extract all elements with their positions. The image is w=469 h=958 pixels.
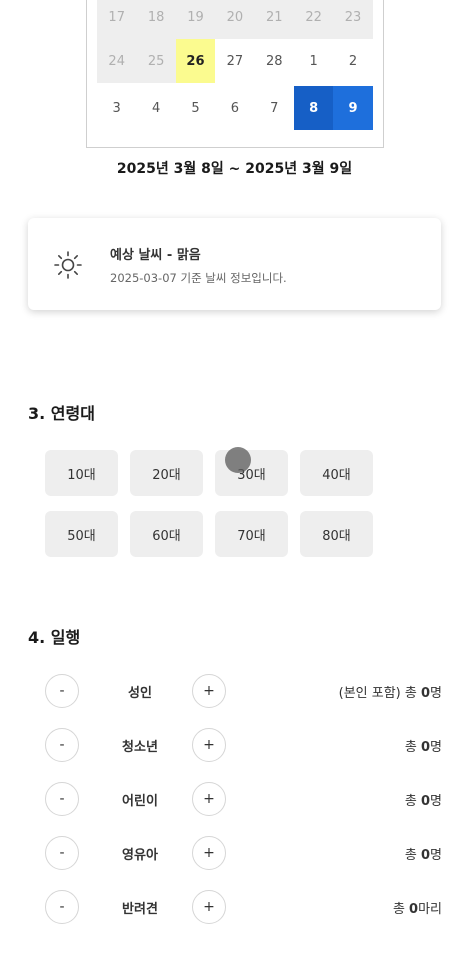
count-unit: 명 xyxy=(430,686,442,701)
calendar-day[interactable]: 2 xyxy=(333,39,372,83)
party-type-label: 영유아 xyxy=(122,848,158,863)
age-option-button[interactable]: 40대 xyxy=(300,450,373,496)
party-count-text: 총 0명 xyxy=(405,790,442,809)
calendar: 17 18 19 20 21 22 23 24 25 26 27 28 1 2 3 4 5 6 7 8 9 xyxy=(86,0,384,148)
age-section-title: 3. 연령대 xyxy=(28,404,95,423)
weather-subtitle: 2025-03-07 기준 날씨 정보입니다. xyxy=(110,271,287,285)
calendar-day: 22 xyxy=(293,0,334,39)
calendar-day: 21 xyxy=(254,0,294,39)
count-unit: 마리 xyxy=(418,902,442,917)
count-value: 0 xyxy=(420,794,431,809)
calendar-day: 25 xyxy=(136,39,176,83)
calendar-week-row: 24 25 26 27 28 1 2 xyxy=(97,39,373,83)
party-count-text: (본인 포함) 총 0명 xyxy=(339,682,442,701)
decrement-button[interactable]: - xyxy=(45,782,79,816)
calendar-day[interactable]: 7 xyxy=(255,86,294,130)
count-value: 0 xyxy=(420,686,431,701)
party-type-label: 반려견 xyxy=(122,902,158,917)
party-row: - 어린이 + 총 0명 xyxy=(0,777,469,821)
party-row: - 청소년 + 총 0명 xyxy=(0,723,469,767)
age-option-button[interactable]: 60대 xyxy=(130,511,203,557)
calendar-day: 20 xyxy=(215,0,255,39)
count-prefix: 총 xyxy=(404,740,421,755)
count-prefix: 총 xyxy=(404,848,421,863)
count-value: 0 xyxy=(420,740,431,755)
age-option-button[interactable]: 10대 xyxy=(45,450,118,496)
calendar-day[interactable]: 1 xyxy=(294,39,333,83)
party-row: - 성인 + (본인 포함) 총 0명 xyxy=(0,669,469,713)
calendar-week-row: 17 18 19 20 21 22 23 xyxy=(97,0,373,39)
party-count-text: 총 0마리 xyxy=(393,898,442,917)
count-value: 0 xyxy=(420,848,431,863)
calendar-day: 18 xyxy=(136,0,176,39)
count-unit: 명 xyxy=(430,794,442,809)
calendar-day: 24 xyxy=(97,39,137,83)
party-count-text: 총 0명 xyxy=(405,736,442,755)
decrement-button[interactable]: - xyxy=(45,890,79,924)
count-prefix: 총 xyxy=(404,794,421,809)
touch-indicator xyxy=(225,447,251,473)
age-option-button[interactable]: 70대 xyxy=(215,511,288,557)
calendar-day: 19 xyxy=(175,0,216,39)
selected-date-range: 2025년 3월 8일 ~ 2025년 3월 9일 xyxy=(116,161,353,177)
calendar-day[interactable]: 3 xyxy=(97,86,136,130)
sun-icon xyxy=(54,251,82,279)
increment-button[interactable]: + xyxy=(192,890,226,924)
increment-button[interactable]: + xyxy=(192,836,226,870)
count-prefix: 총 xyxy=(392,902,410,917)
count-unit: 명 xyxy=(430,740,442,755)
calendar-day: 17 xyxy=(97,0,137,39)
weather-card: 예상 날씨 - 맑음 2025-03-07 기준 날씨 정보입니다. xyxy=(28,218,441,310)
calendar-day[interactable]: 26 xyxy=(175,39,216,83)
party-row: - 영유아 + 총 0명 xyxy=(0,831,469,875)
count-prefix: (본인 포함) 총 xyxy=(338,686,421,701)
decrement-button[interactable]: - xyxy=(45,728,79,762)
calendar-day: 23 xyxy=(333,0,373,39)
calendar-day[interactable]: 9 xyxy=(333,86,373,130)
decrement-button[interactable]: - xyxy=(45,836,79,870)
increment-button[interactable]: + xyxy=(192,782,226,816)
party-row: - 반려견 + 총 0마리 xyxy=(0,885,469,929)
calendar-day[interactable]: 4 xyxy=(136,86,175,130)
party-count-text: 총 0명 xyxy=(405,844,442,863)
calendar-day[interactable]: 27 xyxy=(215,39,254,83)
age-option-button[interactable]: 20대 xyxy=(130,450,203,496)
calendar-week-row: 3456789 xyxy=(97,86,373,130)
calendar-day[interactable]: 5 xyxy=(176,86,215,130)
increment-button[interactable]: + xyxy=(192,728,226,762)
age-option-button[interactable]: 80대 xyxy=(300,511,373,557)
calendar-day[interactable]: 8 xyxy=(293,86,334,130)
calendar-day[interactable]: 6 xyxy=(215,86,254,130)
count-value: 0 xyxy=(409,902,419,917)
weather-title: 예상 날씨 - 맑음 xyxy=(110,248,201,263)
increment-button[interactable]: + xyxy=(192,674,226,708)
count-unit: 명 xyxy=(430,848,442,863)
party-section-title: 4. 일행 xyxy=(28,628,81,647)
decrement-button[interactable]: - xyxy=(45,674,79,708)
calendar-day[interactable]: 28 xyxy=(255,39,294,83)
party-type-label: 성인 xyxy=(128,686,152,701)
party-type-label: 어린이 xyxy=(122,794,158,809)
party-type-label: 청소년 xyxy=(122,740,158,755)
age-option-button[interactable]: 50대 xyxy=(45,511,118,557)
